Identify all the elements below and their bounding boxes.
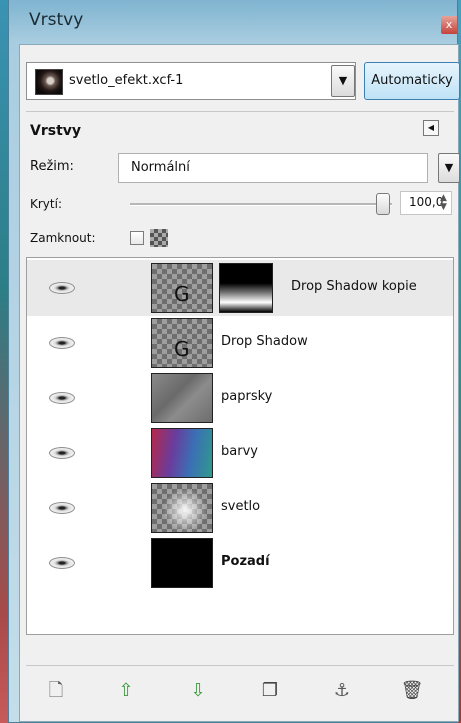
dialog-client-area: svetlo_efekt.xcf-1 ▼ Automaticky Vrstvy … bbox=[19, 44, 460, 722]
trash-icon: 🗑 bbox=[400, 680, 424, 701]
anchor-layer-button[interactable]: ⚓ bbox=[330, 679, 354, 703]
automatic-button[interactable]: Automaticky bbox=[364, 62, 460, 100]
anchor-icon: ⚓ bbox=[333, 680, 351, 701]
layer-thumbnail-glyph: G bbox=[174, 282, 190, 306]
visibility-eye-icon[interactable] bbox=[49, 557, 75, 569]
layers-list: G Drop Shadow kopie G Drop Shadow paprsky bar… bbox=[26, 257, 454, 635]
arrow-up-icon: ⇧ bbox=[118, 680, 134, 701]
layer-thumbnail-glyph: G bbox=[174, 337, 190, 361]
divider bbox=[26, 665, 454, 666]
mode-dropdown-button[interactable]: ▼ bbox=[438, 153, 460, 183]
panel-menu-button[interactable]: ◀ bbox=[423, 120, 439, 136]
opacity-spinner[interactable]: ▲ ▼ bbox=[440, 194, 447, 212]
layer-row[interactable]: barvy bbox=[27, 425, 453, 481]
spin-down-icon: ▼ bbox=[440, 202, 447, 212]
arrow-down-icon: ⇩ bbox=[190, 680, 206, 701]
lock-alpha-icon[interactable] bbox=[150, 229, 168, 247]
duplicate-layer-button[interactable]: ❐ bbox=[258, 679, 282, 703]
visibility-eye-icon[interactable] bbox=[49, 282, 75, 294]
mode-select[interactable]: Normální bbox=[118, 153, 428, 183]
raise-layer-button[interactable]: ⇧ bbox=[114, 679, 138, 703]
layer-row[interactable]: paprsky bbox=[27, 370, 453, 426]
visibility-eye-icon[interactable] bbox=[49, 447, 75, 459]
layer-row[interactable]: G Drop Shadow bbox=[27, 315, 453, 371]
visibility-eye-icon[interactable] bbox=[49, 502, 75, 514]
window-title: Vrstvy bbox=[29, 10, 84, 30]
lower-layer-button[interactable]: ⇩ bbox=[186, 679, 210, 703]
image-dropdown-button[interactable]: ▼ bbox=[331, 65, 355, 97]
layers-dialog-window: Vrstvy x svetlo_efekt.xcf-1 ▼ Automatick… bbox=[8, 0, 460, 723]
layer-thumbnail[interactable] bbox=[151, 428, 213, 478]
layer-thumbnail[interactable] bbox=[151, 373, 213, 423]
layer-thumbnail[interactable] bbox=[151, 483, 213, 533]
triangle-down-icon: ▼ bbox=[338, 74, 348, 87]
new-layer-button[interactable]: 🗋 bbox=[44, 679, 68, 703]
triangle-down-icon: ▼ bbox=[444, 161, 454, 174]
layer-thumbnail[interactable]: G bbox=[151, 318, 213, 368]
layer-name[interactable]: Drop Shadow kopie bbox=[291, 279, 417, 294]
panel-title: Vrstvy bbox=[30, 123, 82, 139]
layer-thumbnail[interactable]: G bbox=[151, 263, 213, 313]
image-selector-row: svetlo_efekt.xcf-1 ▼ Automaticky bbox=[26, 62, 460, 102]
layer-row[interactable]: Pozadí bbox=[27, 535, 453, 591]
layer-name[interactable]: Drop Shadow bbox=[221, 334, 308, 349]
visibility-eye-icon[interactable] bbox=[49, 337, 75, 349]
image-combo[interactable]: svetlo_efekt.xcf-1 ▼ bbox=[26, 62, 356, 100]
title-bar[interactable]: Vrstvy x bbox=[9, 0, 457, 40]
layer-mask-thumbnail[interactable] bbox=[219, 263, 273, 313]
layer-name[interactable]: barvy bbox=[221, 444, 258, 459]
layer-name[interactable]: paprsky bbox=[221, 389, 272, 404]
visibility-eye-icon[interactable] bbox=[49, 392, 75, 404]
mode-value: Normální bbox=[131, 160, 190, 175]
opacity-slider-thumb[interactable] bbox=[376, 193, 390, 215]
duplicate-icon: ❐ bbox=[261, 680, 279, 701]
desktop-background-left bbox=[0, 0, 8, 723]
opacity-label: Krytí: bbox=[30, 197, 62, 211]
lock-label: Zamknout: bbox=[30, 231, 96, 245]
close-button[interactable]: x bbox=[441, 16, 457, 34]
divider bbox=[26, 111, 454, 112]
layer-row[interactable]: svetlo bbox=[27, 480, 453, 536]
mode-label: Režim: bbox=[30, 159, 74, 174]
layer-name[interactable]: svetlo bbox=[221, 499, 260, 514]
layer-toolbar: 🗋 ⇧ ⇩ ❐ ⚓ 🗑 bbox=[26, 673, 454, 709]
opacity-slider-track[interactable] bbox=[130, 203, 392, 206]
image-thumbnail bbox=[35, 69, 63, 95]
new-document-icon: 🗋 bbox=[48, 680, 64, 701]
layer-name[interactable]: Pozadí bbox=[221, 554, 270, 569]
lock-pixels-checkbox[interactable] bbox=[130, 231, 144, 245]
delete-layer-button[interactable]: 🗑 bbox=[400, 679, 424, 703]
layer-row[interactable]: G Drop Shadow kopie bbox=[27, 260, 453, 316]
layer-thumbnail[interactable] bbox=[151, 538, 213, 588]
triangle-left-icon: ◀ bbox=[427, 123, 435, 132]
image-name: svetlo_efekt.xcf-1 bbox=[69, 73, 184, 88]
